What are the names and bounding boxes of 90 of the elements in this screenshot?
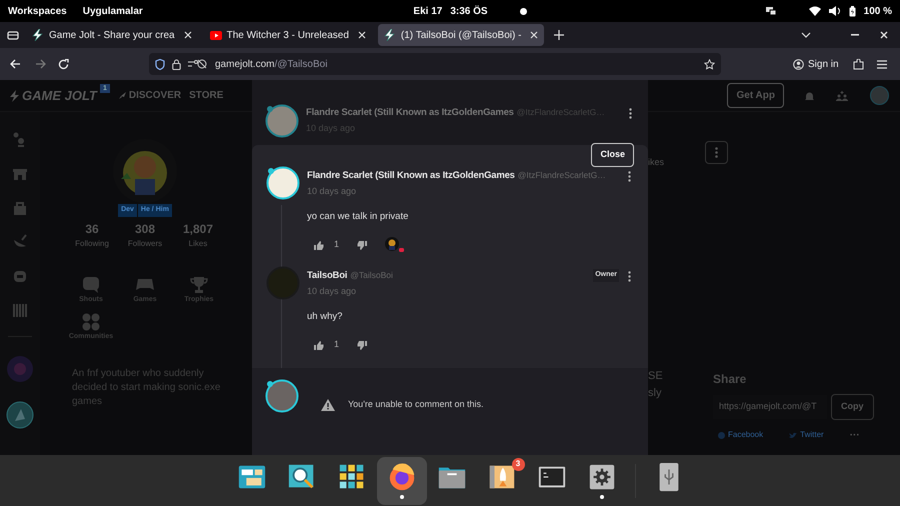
thumbs-down-icon[interactable] (357, 340, 368, 350)
more-button[interactable]: ··· (850, 428, 860, 442)
cut-off-text: ikes (648, 156, 664, 169)
close-icon[interactable] (358, 31, 366, 39)
cut-off-text: sly (648, 386, 662, 401)
kebab-icon (715, 147, 718, 158)
site-logo[interactable]: GAME JOLT (22, 86, 97, 106)
menu-icon[interactable] (876, 60, 887, 68)
kebab-icon[interactable] (628, 271, 631, 282)
top-menu[interactable]: Workspaces (8, 4, 67, 18)
display-icon[interactable] (764, 6, 777, 16)
thumbs-up-icon[interactable] (314, 340, 324, 350)
avatar-icon (265, 104, 299, 138)
notification-badge: 3 (512, 458, 524, 470)
minimize-icon[interactable] (851, 34, 859, 36)
close-icon[interactable] (530, 31, 538, 39)
stat-label[interactable]: Followers (128, 238, 162, 250)
author-name[interactable]: TailsoBoi (307, 269, 348, 284)
forward-arrow-icon[interactable] (35, 59, 46, 69)
dock-item[interactable] (376, 456, 426, 504)
reload-icon[interactable] (58, 58, 69, 70)
status-dot-icon (520, 8, 527, 14)
date-text[interactable]: Eki 17 (413, 4, 442, 18)
stat-label[interactable]: Likes (188, 238, 208, 250)
dock-item[interactable]: 3 (476, 456, 526, 504)
lock-icon (172, 58, 181, 70)
volume-icon[interactable] (828, 6, 841, 16)
bird-icon (789, 432, 798, 438)
shield-icon (155, 58, 165, 70)
shouts-icon (82, 276, 100, 294)
comment-text: yo can we talk in private (307, 210, 410, 224)
new-tab-icon[interactable] (554, 30, 564, 40)
kebab-icon[interactable] (628, 171, 631, 182)
share-link[interactable]: Facebook (718, 429, 764, 441)
permissions-icon (188, 59, 208, 69)
comment-time: 10 days ago (307, 185, 358, 198)
stat-label[interactable]: Following (75, 238, 109, 250)
game-thumbnail-icon[interactable] (6, 401, 34, 429)
avatar-icon (265, 379, 299, 413)
stat-value: 36 (85, 220, 99, 238)
share-link[interactable]: Twitter (789, 429, 824, 441)
stat-value: 1,807 (182, 220, 214, 238)
author-name[interactable]: Flandre Scarlet (Still Known as ItzGoldenGames (307, 169, 515, 184)
warning-icon (321, 398, 335, 411)
wifi-icon[interactable] (808, 6, 821, 16)
like-count: 1 (334, 238, 340, 252)
sign-in-button[interactable]: Sign in (789, 53, 843, 75)
browser-tab[interactable]: The Witcher 3 - Unreleased (204, 24, 372, 46)
kebab-icon[interactable] (629, 108, 632, 119)
address-bar[interactable]: gamejolt.com/@TailsoBoi (149, 53, 721, 75)
comment-text: uh why? (307, 310, 344, 324)
battery-text[interactable]: 100 % (864, 4, 892, 18)
extensions-icon[interactable] (852, 58, 864, 70)
close-icon[interactable] (880, 31, 888, 39)
stat-value: 308 (134, 220, 156, 238)
nav-link[interactable]: DISCOVER (118, 88, 182, 103)
facebook-icon (718, 432, 725, 438)
url-text[interactable]: gamejolt.com/@TailsoBoi (215, 56, 328, 72)
author-handle[interactable]: @TailsoBoi (350, 269, 393, 282)
like-count: 1 (334, 338, 340, 352)
battery-icon[interactable] (848, 6, 856, 16)
tab-overview-icon[interactable] (7, 30, 19, 40)
cut-off-text: SE (648, 369, 663, 384)
author-handle[interactable]: @ItzFlandreScarletG… (518, 169, 606, 182)
close-button[interactable]: Close (591, 143, 634, 166)
nav-link[interactable]: STORE (189, 88, 224, 103)
clock-text[interactable]: 3:36 ÖS (450, 4, 488, 18)
back-arrow-icon[interactable] (10, 59, 21, 69)
game-thumbnail-icon[interactable] (6, 355, 34, 383)
copy-button[interactable]: Copy (831, 394, 874, 420)
notice-text: You're unable to comment on this. (348, 398, 484, 411)
play-icon (210, 30, 222, 40)
comment-time: 10 days ago (307, 285, 358, 298)
account-icon (793, 58, 804, 70)
close-icon[interactable] (184, 31, 192, 39)
chevron-down-icon[interactable] (801, 32, 811, 38)
star-icon[interactable] (704, 58, 715, 70)
trophies-icon (190, 276, 208, 294)
browser-tab[interactable]: (1) TailsoBoi (@TailsoBoi) - (378, 24, 544, 46)
bolt-icon (32, 29, 44, 41)
communities-icon (82, 313, 100, 331)
browser-tab[interactable]: Game Jolt - Share your crea (26, 24, 198, 46)
author-name[interactable]: Flandre Scarlet (Still Known as ItzGoldenGames (306, 106, 514, 120)
bolt-icon (384, 29, 396, 41)
bolt-icon (10, 90, 19, 102)
top-menu[interactable]: Uygulamalar (82, 4, 143, 18)
share-heading: Share (713, 371, 748, 388)
thumbs-down-icon[interactable] (357, 240, 368, 250)
get-app-button[interactable]: Get App (727, 83, 784, 108)
thumbs-up-icon[interactable] (314, 240, 324, 250)
